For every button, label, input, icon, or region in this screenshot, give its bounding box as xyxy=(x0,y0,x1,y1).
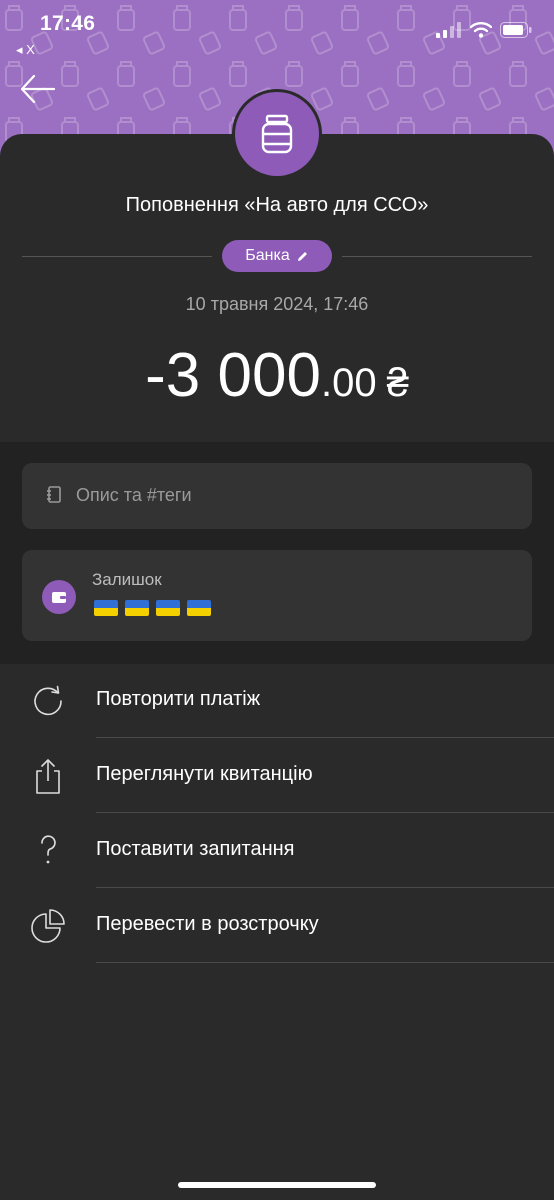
ukraine-flag-icon xyxy=(125,600,149,616)
jar-icon xyxy=(261,114,293,154)
ukraine-flag-icon xyxy=(156,600,180,616)
description-placeholder: Опис та #теги xyxy=(76,485,192,505)
installment-button[interactable]: Перевести в розстрочку xyxy=(0,888,554,963)
category-label: Банка xyxy=(245,247,290,264)
note-icon xyxy=(47,486,61,503)
transaction-date: 10 травня 2024, 17:46 xyxy=(185,294,369,314)
action-label: Повторити платіж xyxy=(96,688,261,710)
status-icons xyxy=(436,22,532,38)
divider-left xyxy=(22,256,212,257)
transaction-amount: -3 000.00 ₴ xyxy=(0,340,554,411)
balance-hidden-flags xyxy=(94,600,211,616)
action-label: Перевести в розстрочку xyxy=(96,913,319,935)
balance-card: Залишок xyxy=(22,550,532,641)
battery-icon xyxy=(500,22,532,38)
category-chip[interactable]: Банка xyxy=(222,240,332,272)
home-indicator[interactable] xyxy=(178,1182,376,1188)
transaction-title: Поповнення «На авто для ССО» xyxy=(125,194,429,216)
view-receipt-button[interactable]: Переглянути квитанцію xyxy=(0,738,554,813)
wallet-icon xyxy=(52,592,66,603)
currency-symbol: ₴ xyxy=(386,361,409,405)
ukraine-flag-icon xyxy=(187,600,211,616)
repeat-icon xyxy=(34,685,62,716)
wifi-icon xyxy=(470,22,492,38)
balance-label: Залишок xyxy=(92,570,162,589)
share-icon xyxy=(36,759,60,794)
action-divider xyxy=(96,962,554,963)
ukraine-flag-icon xyxy=(94,600,118,616)
action-label: Переглянути квитанцію xyxy=(96,763,313,785)
amount-fraction: .00 xyxy=(320,361,377,405)
divider-right xyxy=(342,256,532,257)
ask-question-button[interactable]: Поставити запитання xyxy=(0,813,554,888)
back-to-app-link[interactable]: ◂ X xyxy=(16,42,35,58)
wallet-avatar xyxy=(42,580,76,614)
pencil-icon xyxy=(297,251,307,261)
status-time: 17:46 xyxy=(40,12,96,35)
action-label: Поставити запитання xyxy=(96,838,295,860)
status-bar: 17:46 ◂ X xyxy=(0,0,554,57)
signal-icon xyxy=(436,22,461,38)
amount-integer: -3 000 xyxy=(145,341,321,410)
pie-chart-icon xyxy=(31,909,65,943)
back-arrow-icon[interactable] xyxy=(18,72,58,106)
jar-avatar xyxy=(235,92,319,176)
description-field[interactable]: Опис та #теги xyxy=(22,463,532,529)
repeat-payment-button[interactable]: Повторити платіж xyxy=(0,663,554,738)
question-icon xyxy=(41,835,56,864)
